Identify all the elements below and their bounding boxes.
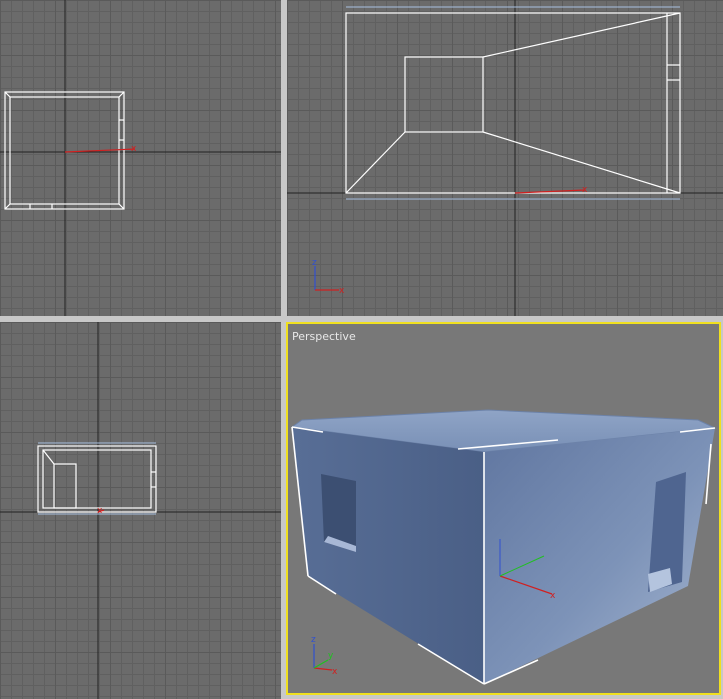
left-view-drawing: x	[0, 322, 281, 699]
svg-text:z: z	[312, 258, 317, 268]
viewport-front[interactable]: x z x	[287, 0, 723, 316]
svg-text:x: x	[97, 506, 103, 516]
viewport-top[interactable]: x	[0, 0, 281, 316]
viewport-layout: x x z x x Perspective x z y x	[0, 0, 723, 699]
svg-text:y: y	[328, 651, 334, 661]
svg-text:x: x	[582, 185, 588, 195]
axis-x-label: x	[131, 144, 137, 154]
room-wireframe-front	[345, 12, 681, 194]
viewport-left[interactable]: x	[0, 322, 281, 699]
svg-text:x: x	[332, 667, 338, 677]
room-wireframe-left	[37, 445, 157, 513]
svg-text:x: x	[339, 286, 345, 296]
top-view-drawing: x	[0, 0, 281, 316]
front-view-drawing: x z x	[287, 0, 723, 316]
axis-tripod-icon: z x	[312, 258, 345, 296]
viewport-perspective[interactable]: Perspective x z y x	[286, 322, 721, 695]
room-model-shaded	[290, 409, 717, 684]
perspective-view-drawing: x z y x	[290, 409, 717, 685]
svg-text:z: z	[311, 635, 316, 645]
axis-tripod-icon: z y x	[311, 635, 338, 677]
svg-text:x: x	[550, 591, 556, 601]
